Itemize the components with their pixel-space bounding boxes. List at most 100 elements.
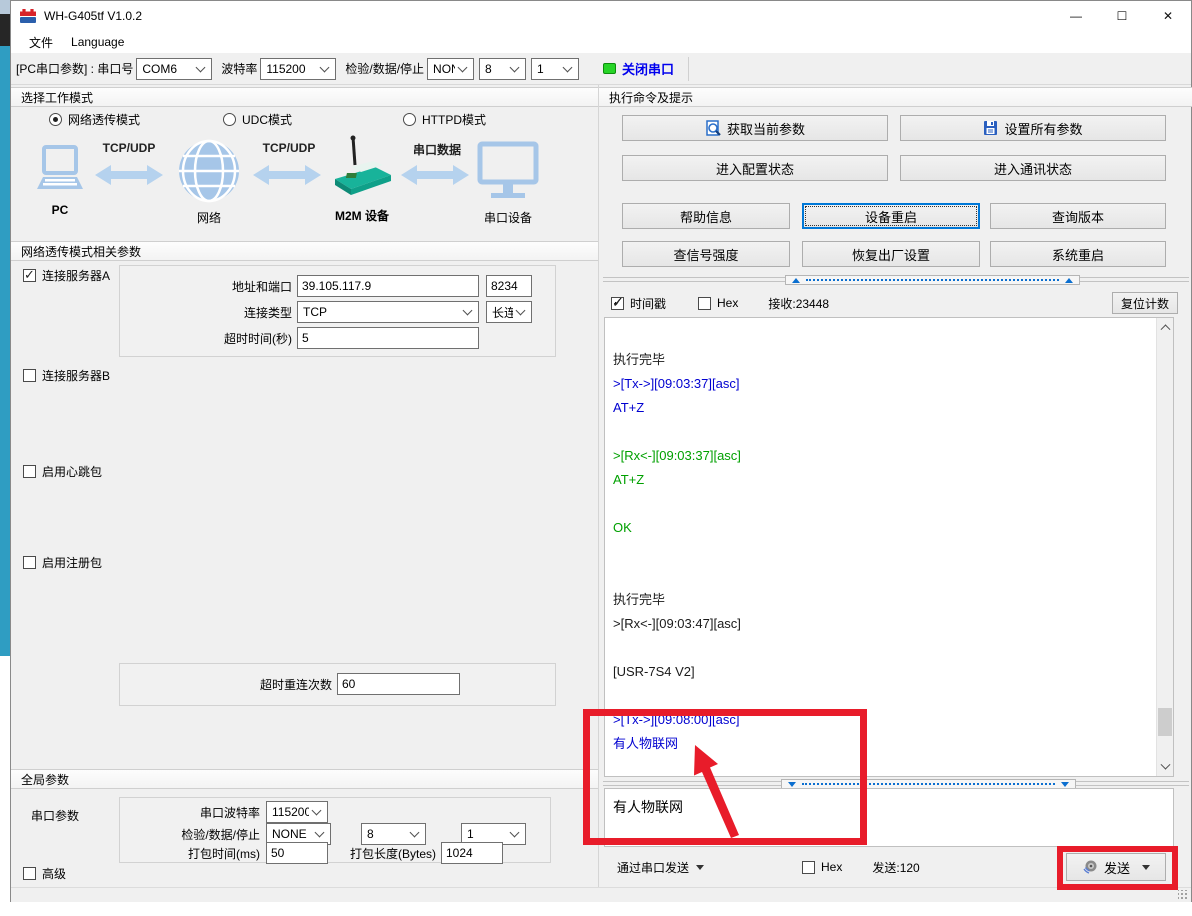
global-parity-label: 检验/数据/停止 bbox=[120, 826, 260, 843]
checkbox-server-b[interactable]: 连接服务器B bbox=[23, 367, 110, 384]
log-line bbox=[605, 564, 1173, 588]
packlen-input[interactable]: 1024 bbox=[441, 842, 503, 864]
log-line bbox=[605, 492, 1173, 516]
checkbox-regpack[interactable]: 启用注册包 bbox=[23, 554, 102, 571]
checkbox-heartbeat[interactable]: 启用心跳包 bbox=[23, 463, 102, 480]
annotation-arrow bbox=[655, 733, 765, 848]
splitter-handle[interactable] bbox=[785, 275, 1080, 285]
diagram-link3-label: 串口数据 bbox=[397, 141, 477, 158]
chevron-down-icon bbox=[510, 828, 520, 838]
query-signal-button[interactable]: 查信号强度 bbox=[622, 241, 790, 267]
radio-icon bbox=[49, 113, 62, 126]
annotation-box-send bbox=[1057, 846, 1178, 890]
server-a-address-input[interactable]: 39.105.117.9 bbox=[297, 275, 479, 297]
checkbox-server-a[interactable]: 连接服务器A bbox=[23, 267, 110, 284]
set-params-button[interactable]: 设置所有参数 bbox=[900, 115, 1166, 141]
chevron-down-icon bbox=[320, 62, 330, 72]
menu-file[interactable]: 文件 bbox=[21, 31, 61, 54]
close-button[interactable]: ✕ bbox=[1145, 1, 1191, 31]
double-arrow-icon bbox=[95, 163, 163, 187]
timeout-label: 超时时间(秒) bbox=[120, 330, 292, 347]
minimize-button[interactable]: — bbox=[1053, 1, 1099, 31]
get-params-button[interactable]: 获取当前参数 bbox=[622, 115, 888, 141]
magnifier-document-icon bbox=[705, 120, 721, 136]
stopbits-select[interactable]: 1 bbox=[531, 58, 579, 80]
reconnect-group: 超时重连次数 60 bbox=[119, 663, 556, 706]
chevron-down-icon bbox=[563, 62, 573, 72]
save-floppy-icon bbox=[983, 120, 998, 136]
radio-icon bbox=[403, 113, 416, 126]
timeout-input[interactable]: 5 bbox=[297, 327, 479, 349]
databits-select[interactable]: 8 bbox=[479, 58, 526, 80]
commands-header: 执行命令及提示 bbox=[599, 87, 1192, 107]
reconnect-input[interactable]: 60 bbox=[337, 673, 460, 695]
pc-laptop-icon bbox=[31, 145, 89, 201]
global-params-header: 全局参数 bbox=[11, 769, 598, 789]
globe-network-icon bbox=[177, 139, 241, 203]
mode-diagram: PC TCP/UDP 网络 TCP/UDP bbox=[11, 133, 598, 239]
radio-udc-mode[interactable]: UDC模式 bbox=[223, 111, 292, 128]
maximize-button[interactable]: ☐ bbox=[1099, 1, 1145, 31]
addr-port-label: 地址和端口 bbox=[120, 278, 292, 295]
triangle-down-icon bbox=[696, 865, 704, 870]
toolbar: [PC串口参数] : 串口号 COM6 波特率 115200 检验/数据/停止 … bbox=[11, 53, 1191, 85]
app-logo-icon bbox=[20, 9, 36, 23]
server-a-port-input[interactable]: 8234 bbox=[486, 275, 532, 297]
checkbox-recv-hex[interactable]: Hex bbox=[698, 296, 738, 310]
enter-config-button[interactable]: 进入配置状态 bbox=[622, 155, 888, 181]
query-version-button[interactable]: 查询版本 bbox=[990, 203, 1166, 229]
conn-type-select[interactable]: TCP bbox=[297, 301, 479, 323]
log-output-area[interactable]: 执行完毕>[Tx->][09:03:37][asc]AT+Z >[Rx<-][0… bbox=[604, 317, 1174, 777]
log-line bbox=[605, 684, 1173, 708]
diagram-pc-label: PC bbox=[31, 203, 89, 217]
menu-language[interactable]: Language bbox=[63, 32, 132, 52]
radio-net-transparent-mode[interactable]: 网络透传模式 bbox=[49, 111, 140, 128]
log-line: AT+Z bbox=[605, 468, 1173, 492]
enter-comm-button[interactable]: 进入通讯状态 bbox=[900, 155, 1166, 181]
checkbox-icon bbox=[23, 465, 36, 478]
desktop-strip bbox=[0, 0, 10, 656]
global-baud-select[interactable]: 115200 bbox=[266, 801, 328, 823]
diagram-serial-label: 串口设备 bbox=[471, 209, 545, 226]
baud-select[interactable]: 115200 bbox=[260, 58, 336, 80]
factory-reset-button[interactable]: 恢复出厂设置 bbox=[802, 241, 980, 267]
scroll-thumb[interactable] bbox=[1158, 708, 1172, 736]
close-serial-button[interactable]: 关闭串口 bbox=[622, 59, 674, 78]
log-line: AT+Z bbox=[605, 396, 1173, 420]
keepalive-select[interactable]: 长连接 bbox=[486, 301, 532, 323]
scroll-up-arrow[interactable] bbox=[1157, 318, 1174, 335]
server-a-group: 地址和端口 39.105.117.9 8234 连接类型 TCP 长连接 超时时… bbox=[119, 265, 556, 357]
device-restart-button[interactable]: 设备重启 bbox=[802, 203, 980, 229]
checkbox-icon bbox=[698, 297, 711, 310]
triangle-down-icon bbox=[1061, 782, 1069, 787]
packtime-input[interactable]: 50 bbox=[266, 842, 328, 864]
checkbox-icon bbox=[802, 861, 815, 874]
chevron-down-icon bbox=[315, 828, 325, 838]
send-via-dropdown[interactable]: 通过串口发送 bbox=[617, 859, 704, 876]
log-line: >[Rx<-][09:03:37][asc] bbox=[605, 444, 1173, 468]
system-restart-button[interactable]: 系统重启 bbox=[990, 241, 1166, 267]
log-scrollbar[interactable] bbox=[1156, 318, 1173, 776]
checkbox-timestamp[interactable]: ✓ 时间戳 bbox=[611, 295, 666, 312]
checkbox-advanced[interactable]: 高级 bbox=[23, 865, 66, 882]
triangle-up-icon bbox=[1065, 278, 1073, 283]
titlebar: WH-G405tf V1.0.2 — ☐ ✕ bbox=[11, 1, 1191, 31]
diagram-m2m-label: M2M 设备 bbox=[319, 207, 405, 224]
sent-count-label: 发送:120 bbox=[872, 859, 919, 876]
radio-httpd-mode[interactable]: HTTPD模式 bbox=[403, 111, 486, 128]
checkbox-send-hex[interactable]: Hex bbox=[802, 860, 842, 874]
menubar: 文件 Language bbox=[11, 31, 1191, 53]
log-line bbox=[605, 540, 1173, 564]
checkbox-icon bbox=[23, 556, 36, 569]
reset-count-button[interactable]: 复位计数 bbox=[1112, 292, 1178, 314]
parity-select[interactable]: NONI bbox=[427, 58, 474, 80]
com-port-select[interactable]: COM6 bbox=[136, 58, 212, 80]
serial-open-led-icon bbox=[603, 63, 616, 74]
splitter-dots bbox=[806, 279, 1059, 281]
splitter-horizontal-top[interactable] bbox=[603, 277, 1189, 282]
scroll-down-arrow[interactable] bbox=[1157, 759, 1174, 776]
serial-params-label: 串口参数 bbox=[31, 807, 79, 824]
help-info-button[interactable]: 帮助信息 bbox=[622, 203, 790, 229]
resize-grip[interactable] bbox=[1178, 890, 1188, 900]
left-panel: 选择工作模式 网络透传模式 UDC模式 HTTPD模式 bbox=[11, 85, 598, 887]
